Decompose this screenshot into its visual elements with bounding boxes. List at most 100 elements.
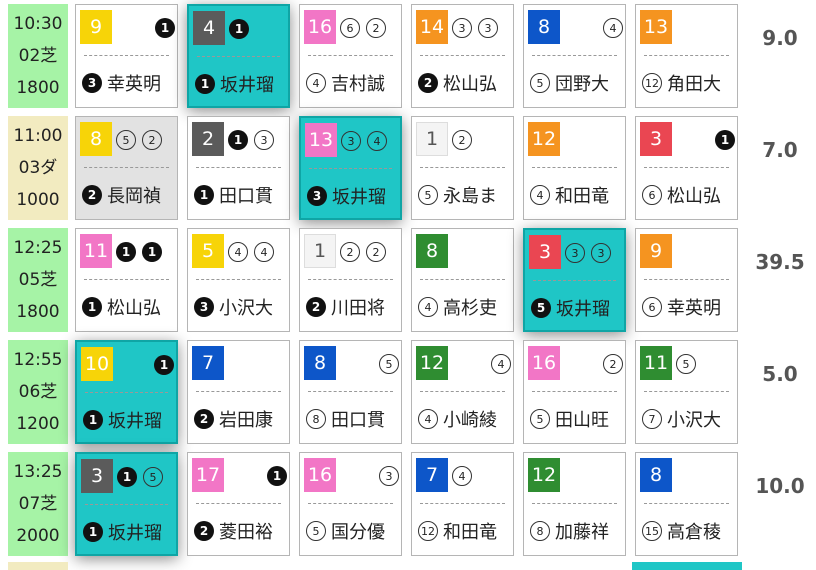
jockey-line: 5 田山旺	[530, 403, 623, 435]
horse-cell[interactable]: 17 1 2 菱田裕	[187, 452, 290, 556]
gate-number-badge: 12	[528, 458, 560, 492]
horse-cell[interactable]: 12 8 加藤祥	[523, 452, 626, 556]
cell-divider	[420, 279, 505, 280]
jockey-name: 田山旺	[555, 410, 609, 431]
gate-number-badge: 11	[640, 346, 672, 380]
jockey-rank-mark: 6	[642, 185, 662, 205]
jockey-rank-mark: 6	[642, 297, 662, 317]
horse-cell[interactable]: 8 15 高倉稜	[635, 452, 738, 556]
jockey-rank-mark: 1	[83, 410, 103, 430]
horse-cell[interactable]: 8 5 8 田口貫	[299, 340, 402, 444]
horse-cell[interactable]: 3 1 6 松山弘	[635, 116, 738, 220]
cell-divider	[85, 392, 168, 393]
horse-cell[interactable]: 9 1 3 幸英明	[75, 4, 178, 108]
jockey-line: 1 坂井瑠	[83, 516, 174, 548]
prediction-marks: 4	[564, 14, 623, 42]
race-time: 12:25	[13, 237, 63, 258]
race-info: 12:25 05芝 1800	[8, 228, 68, 332]
horse-cell[interactable]: 5 4 4 3 小沢大	[187, 228, 290, 332]
jockey-line: 2 松山弘	[418, 67, 511, 99]
jockey-name: 田口貫	[219, 186, 273, 207]
jockey-name: 国分優	[331, 522, 385, 543]
horse-cell[interactable]: 8 4 5 団野大	[523, 4, 626, 108]
jockey-rank-mark: 2	[82, 185, 102, 205]
horse-cell[interactable]: 11 5 7 小沢大	[635, 340, 738, 444]
jockey-name: 幸英明	[107, 74, 161, 95]
horse-cell[interactable]: 8 4 高杉吏	[411, 228, 514, 332]
gate-number-badge: 14	[416, 10, 448, 44]
jockey-line: 7 小沢大	[642, 403, 735, 435]
jockey-line: 6 幸英明	[642, 291, 735, 323]
horse-cell[interactable]: 7 2 岩田康	[187, 340, 290, 444]
horse-cell[interactable]: 10 1 1 坂井瑠	[75, 340, 178, 444]
prediction-marks	[564, 462, 623, 490]
jockey-rank-mark: 4	[418, 409, 438, 429]
horse-cell[interactable]: 12 4 4 小崎綾	[411, 340, 514, 444]
race-time: 11:00	[13, 125, 63, 146]
horse-cell[interactable]: 9 6 幸英明	[635, 228, 738, 332]
jockey-line: 3 坂井瑠	[307, 180, 398, 212]
jockey-line: 1 松山弘	[82, 291, 175, 323]
jockey-line: 12 角田大	[642, 67, 735, 99]
cell-divider	[420, 167, 505, 168]
horse-cell[interactable]: 16 3 5 国分優	[299, 452, 402, 556]
gate-number-badge: 1	[416, 122, 448, 156]
horse-cell[interactable]: 7 4 12 和田竜	[411, 452, 514, 556]
horse-cell[interactable]: 1 2 2 2 川田将	[299, 228, 402, 332]
horse-cell[interactable]: 3 1 5 1 坂井瑠	[75, 452, 178, 556]
jockey-rank-mark: 2	[194, 409, 214, 429]
jockey-rank-mark: 7	[642, 409, 662, 429]
jockey-name: 小沢大	[219, 298, 273, 319]
payout-odds: 39.5	[755, 250, 805, 274]
horse-cell[interactable]: 16 2 5 田山旺	[523, 340, 626, 444]
horse-cell[interactable]: 13 3 4 3 坂井瑠	[299, 116, 402, 220]
outline-rank-mark: 2	[142, 130, 162, 150]
prediction-marks	[228, 350, 287, 378]
race-distance: 1200	[16, 413, 60, 434]
gate-number-badge: 17	[192, 458, 224, 492]
horse-cell[interactable]: 13 12 角田大	[635, 4, 738, 108]
jockey-line: 4 和田竜	[530, 179, 623, 211]
payout-odds: 10.0	[755, 474, 805, 498]
prediction-marks: 13	[228, 126, 287, 154]
jockey-line: 5 団野大	[530, 67, 623, 99]
jockey-name: 坂井瑠	[108, 411, 162, 432]
payout-odds: 9.0	[762, 26, 798, 50]
cell-divider	[196, 503, 281, 504]
prediction-marks: 52	[116, 126, 175, 154]
cell-divider	[644, 167, 729, 168]
race-time: 13:25	[13, 461, 63, 482]
outline-rank-mark: 2	[366, 242, 386, 262]
prediction-marks	[676, 462, 735, 490]
horse-cell[interactable]: 3 3 3 5 坂井瑠	[523, 228, 626, 332]
horse-cell[interactable]: 2 1 3 1 田口貫	[187, 116, 290, 220]
horse-cell[interactable]: 1 2 5 永島ま	[411, 116, 514, 220]
jockey-line: 5 永島ま	[418, 179, 511, 211]
jockey-rank-mark: 1	[194, 185, 214, 205]
jockey-line: 4 高杉吏	[418, 291, 511, 323]
outline-rank-mark: 6	[340, 18, 360, 38]
cell-divider	[420, 503, 505, 504]
solid-rank-mark: 1	[228, 130, 248, 150]
gate-number-badge: 2	[192, 122, 224, 156]
jockey-name: 坂井瑠	[220, 75, 274, 96]
prediction-marks: 1	[116, 14, 175, 42]
gate-number-badge: 1	[304, 234, 336, 268]
cell-divider	[420, 391, 505, 392]
jockey-name: 坂井瑠	[556, 299, 610, 320]
horse-cell[interactable]: 11 1 1 1 松山弘	[75, 228, 178, 332]
horse-cell[interactable]: 12 4 和田竜	[523, 116, 626, 220]
gate-number-badge: 12	[528, 122, 560, 156]
jockey-rank-mark: 5	[531, 298, 551, 318]
jockey-rank-mark: 5	[306, 521, 326, 541]
solid-rank-mark: 1	[267, 466, 287, 486]
horse-cell[interactable]: 8 5 2 2 長岡禎	[75, 116, 178, 220]
outline-rank-mark: 3	[254, 130, 274, 150]
horse-cell[interactable]: 14 3 3 2 松山弘	[411, 4, 514, 108]
gate-number-badge: 5	[192, 234, 224, 268]
horse-cell[interactable]: 4 1 1 坂井瑠	[187, 4, 290, 108]
jockey-name: 団野大	[555, 74, 609, 95]
horse-cell[interactable]: 16 6 2 4 吉村誠	[299, 4, 402, 108]
gate-number-badge: 8	[304, 346, 336, 380]
jockey-rank-mark: 8	[306, 409, 326, 429]
